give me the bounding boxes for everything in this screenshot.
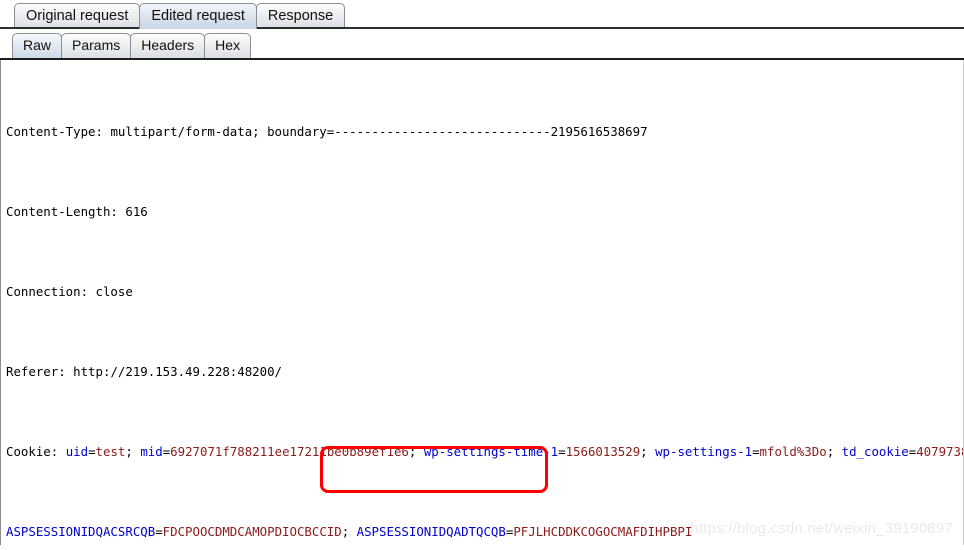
tab-hex[interactable]: Hex [204, 33, 252, 58]
raw-request-text[interactable]: Content-Type: multipart/form-data; bound… [6, 62, 963, 545]
raw-request-editor[interactable]: Content-Type: multipart/form-data; bound… [0, 60, 964, 545]
tab-params[interactable]: Params [61, 33, 132, 58]
watermark: https://blog.csdn.net/weixin_39190897 [690, 520, 953, 537]
tab-raw[interactable]: Raw [12, 33, 63, 58]
secondary-tab-strip: Raw Params Headers Hex [0, 29, 964, 60]
content-type-value: multipart/form-data; boundary=----------… [110, 124, 648, 139]
header-cookie-line1: Cookie: uid=test; mid=6927071f788211ee17… [6, 444, 963, 459]
tab-headers[interactable]: Headers [130, 33, 206, 58]
header-referer: Referer: http://219.153.49.228:48200/ [6, 364, 283, 379]
header-connection: Connection: close [6, 284, 133, 299]
header-content-type: Content-Type: multipart/form-data; bound… [6, 122, 963, 142]
tab-response[interactable]: Response [255, 3, 346, 29]
tab-original-request[interactable]: Original request [14, 3, 141, 29]
header-content-length: Content-Length: 616 [6, 204, 148, 219]
tab-edited-request[interactable]: Edited request [139, 3, 257, 29]
primary-tab-strip: Original request Edited request Response [0, 0, 964, 29]
content-type-label: Content-Type: [6, 124, 111, 139]
